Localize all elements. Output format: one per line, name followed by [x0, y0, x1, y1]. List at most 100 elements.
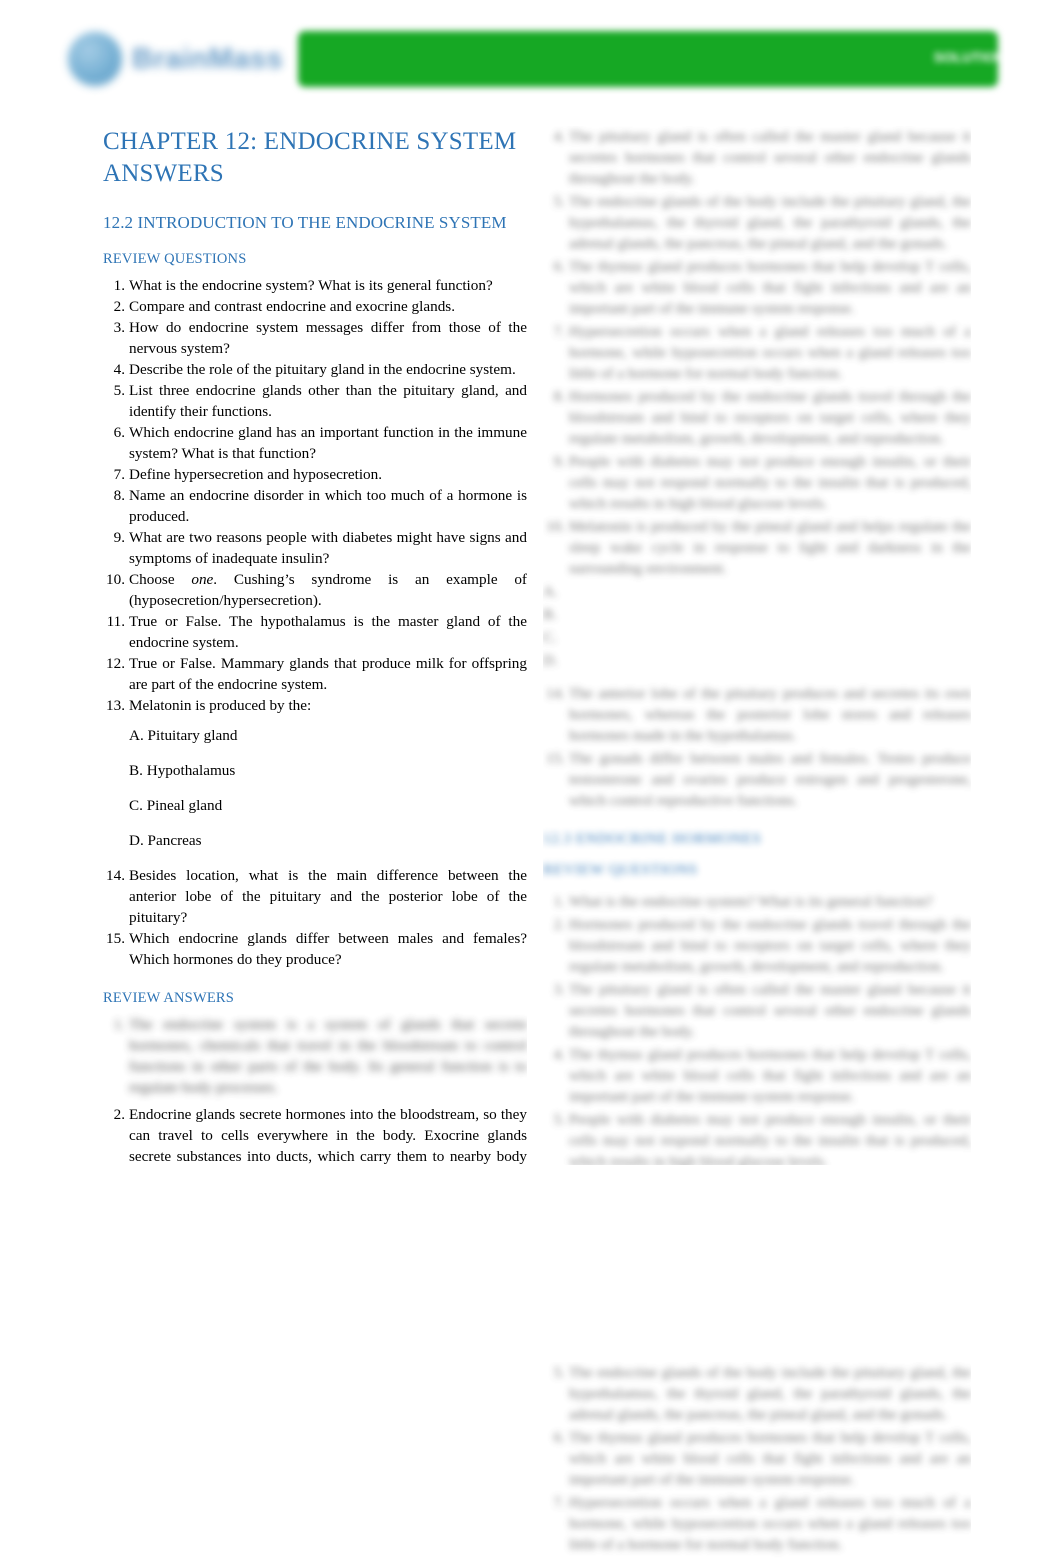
blurred-text: Hormones produced by the endocrine gland… — [569, 916, 971, 975]
blurred-text: The endocrine glands of the body include… — [569, 1364, 971, 1423]
review-answers-heading: REVIEW ANSWERS — [103, 990, 235, 1006]
question-item: True or False. The hypothalamus is the m… — [103, 611, 527, 651]
blurred-answer-item: 4. The pituitary gland is often called t… — [543, 126, 971, 189]
answer-item-blurred: 1. The endocrine system is a system of g… — [103, 1014, 527, 1098]
blurred-text: Melatonin is produced by the pineal glan… — [569, 518, 971, 577]
section-title: 12.2 INTRODUCTION TO THE ENDOCRINE SYSTE… — [103, 213, 507, 232]
blurred-answer-item: 15. The gonads differ between males and … — [543, 748, 971, 811]
answer-number: 5. — [553, 1364, 565, 1381]
question-item: Which endocrine glands differ between ma… — [103, 928, 527, 968]
blurred-answer-item: 7. Hypersecretion occurs when a gland re… — [543, 321, 971, 384]
blurred-text: The pituitary gland is often called the … — [569, 128, 971, 187]
blurred-question-item: 1. What is the endocrine system? What is… — [543, 891, 971, 912]
blurred-text: The thymus gland produces hormones that … — [569, 258, 971, 317]
review-answers-list: 1. The endocrine system is a system of g… — [103, 1014, 527, 1166]
answer-number: 14. — [546, 685, 565, 702]
choice-d: D. Pancreas — [129, 832, 202, 849]
question-number: 5. — [553, 1111, 565, 1128]
review-questions-list: What is the endocrine system? What is it… — [103, 275, 527, 970]
question-number: 4. — [553, 1046, 565, 1063]
blurred-question-item: 4. The thymus gland produces hormones th… — [543, 1044, 971, 1107]
page-title: CHAPTER 12: ENDOCRINE SYSTEM ANSWERS — [103, 128, 517, 187]
question-item: List three endocrine glands other than t… — [103, 380, 527, 420]
left-column: CHAPTER 12: ENDOCRINE SYSTEM ANSWERS 12.… — [103, 126, 527, 1166]
document-icon — [1014, 47, 1034, 67]
q10-lead: Choose — [129, 571, 192, 588]
answer-text: The endocrine system is a system of glan… — [129, 1016, 527, 1096]
blurred-question-item: 2. Hormones produced by the endocrine gl… — [543, 914, 971, 977]
banner-solution-label[interactable]: SOLUTION — [904, 44, 1034, 70]
review-questions-heading: REVIEW QUESTIONS — [103, 251, 247, 267]
blurred-text: Hormones produced by the endocrine gland… — [569, 388, 971, 447]
circular-logo-icon — [68, 32, 122, 86]
question-item: Which endocrine gland has an important f… — [103, 422, 527, 462]
answer-number: 9. — [553, 453, 565, 470]
blurred-choice: C. — [543, 629, 557, 646]
right-column-bottom: 5. The endocrine glands of the body incl… — [543, 1362, 971, 1561]
brand-name: BrainMass — [132, 42, 284, 75]
blurred-section-heading: 12.3 ENDOCRINE HORMONES — [543, 831, 762, 847]
q10-italic: one — [191, 571, 214, 588]
answer-item: 2. Endocrine glands secrete hormones int… — [103, 1104, 527, 1166]
blurred-choice: D. — [543, 652, 558, 669]
blurred-answer-item: 8. Hormones produced by the endocrine gl… — [543, 386, 971, 449]
question-13-choices: A. Pituitary gland B. Hypothalamus C. Pi… — [129, 725, 527, 851]
choice-b: B. Hypothalamus — [129, 762, 236, 779]
question-stem: Melatonin is produced by the: — [129, 697, 312, 714]
blurred-choice: A. — [543, 583, 558, 600]
answer-number: 5. — [553, 193, 565, 210]
right-column-top: 4. The pituitary gland is often called t… — [543, 126, 971, 1165]
blurred-text: People with diabetes may not produce eno… — [569, 453, 971, 512]
blurred-answer-item: 5. The endocrine glands of the body incl… — [543, 191, 971, 254]
answer-number: 6. — [553, 258, 565, 275]
question-item: What are two reasons people with diabete… — [103, 527, 527, 567]
question-item: How do endocrine system messages differ … — [103, 317, 527, 357]
blurred-answer-item: 6. The thymus gland produces hormones th… — [543, 1427, 971, 1490]
blurred-text: People with diabetes may not produce eno… — [569, 1111, 971, 1165]
blurred-text: The endocrine glands of the body include… — [569, 193, 971, 252]
blurred-answer-item: 10. Melatonin is produced by the pineal … — [543, 516, 971, 579]
blurred-text: The anterior lobe of the pituitary produ… — [569, 685, 971, 744]
blurred-answer-item: 6. The thymus gland produces hormones th… — [543, 256, 971, 319]
question-item: Define hypersecretion and hyposecretion. — [103, 464, 383, 485]
question-item: Compare and contrast endocrine and exocr… — [103, 296, 455, 317]
answer-number: 4. — [553, 128, 565, 145]
choice-a: A. Pituitary gland — [129, 727, 238, 744]
blurred-text: Hypersecretion occurs when a gland relea… — [569, 1494, 971, 1553]
blurred-text: The thymus gland produces hormones that … — [569, 1046, 971, 1105]
answer-number: 7. — [553, 323, 565, 340]
banner-label-text: SOLUTION — [933, 49, 1006, 65]
blurred-text: The thymus gland produces hormones that … — [569, 1429, 971, 1488]
blurred-text: Hypersecretion occurs when a gland relea… — [569, 323, 971, 382]
answer-number: 6. — [553, 1429, 565, 1446]
brand-logo[interactable]: BrainMass — [68, 28, 283, 90]
blurred-answer-item: 14. The anterior lobe of the pituitary p… — [543, 683, 971, 746]
answer-number: 1. — [113, 1016, 125, 1033]
answer-number: 15. — [546, 750, 565, 767]
page-header: BrainMass SOLUTION — [0, 0, 1062, 110]
answer-number: 10. — [546, 518, 565, 535]
choice-c: C. Pineal gland — [129, 797, 223, 814]
answer-number: 8. — [553, 388, 565, 405]
question-item: Melatonin is produced by the: A. Pituita… — [103, 695, 527, 851]
blurred-text: The gonads differ between males and fema… — [569, 750, 971, 809]
question-number: 2. — [553, 916, 565, 933]
blurred-answer-item: 9. People with diabetes may not produce … — [543, 451, 971, 514]
question-item: True or False. Mammary glands that produ… — [103, 653, 527, 693]
blurred-answer-item: 7. Hypersecretion occurs when a gland re… — [543, 1492, 971, 1555]
question-item-choose-one: Choose one. Cushing’s syndrome is an exa… — [103, 569, 527, 611]
question-number: 1. — [553, 893, 565, 910]
blurred-subsection-heading: REVIEW QUESTIONS — [543, 862, 698, 878]
green-banner — [298, 31, 998, 87]
question-item: Besides location, what is the main diffe… — [103, 865, 527, 926]
blurred-question-item: 3. The pituitary gland is often called t… — [543, 979, 971, 1042]
answer-number: 7. — [553, 1494, 565, 1511]
question-item: What is the endocrine system? What is it… — [103, 275, 493, 296]
question-item: Describe the role of the pituitary gland… — [103, 359, 516, 380]
blurred-choice: B. — [543, 606, 557, 623]
answer-text: Endocrine glands secrete hormones into t… — [129, 1106, 527, 1165]
